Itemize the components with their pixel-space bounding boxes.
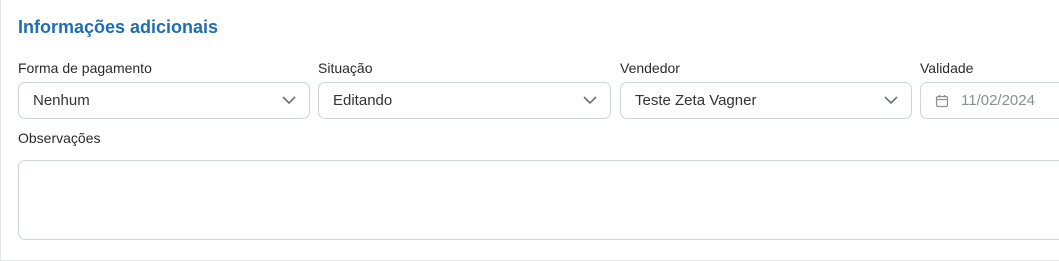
seller-label: Vendedor <box>620 60 680 76</box>
section-title: Informações adicionais <box>18 17 219 37</box>
validity-label: Validade <box>920 60 974 76</box>
notes-textarea[interactable] <box>18 160 1059 240</box>
validity-value: 11/02/2024 <box>961 92 1035 109</box>
payment-method-label: Forma de pagamento <box>18 60 152 76</box>
chevron-down-icon <box>583 96 597 105</box>
status-value: Editando <box>333 92 393 109</box>
calendar-icon <box>935 94 949 107</box>
status-label: Situação <box>318 60 373 76</box>
status-select[interactable]: Editando <box>318 82 611 119</box>
validity-date-input[interactable]: 11/02/2024 <box>920 82 1059 119</box>
chevron-down-icon <box>884 96 898 105</box>
chevron-down-icon <box>282 96 296 105</box>
payment-method-select[interactable]: Nenhum <box>18 82 310 119</box>
seller-value: Teste Zeta Vagner <box>635 92 757 109</box>
additional-info-panel: Informações adicionais Forma de pagament… <box>0 0 1059 261</box>
seller-select[interactable]: Teste Zeta Vagner <box>620 82 912 119</box>
payment-method-value: Nenhum <box>33 92 90 109</box>
notes-label: Observações <box>18 130 101 146</box>
